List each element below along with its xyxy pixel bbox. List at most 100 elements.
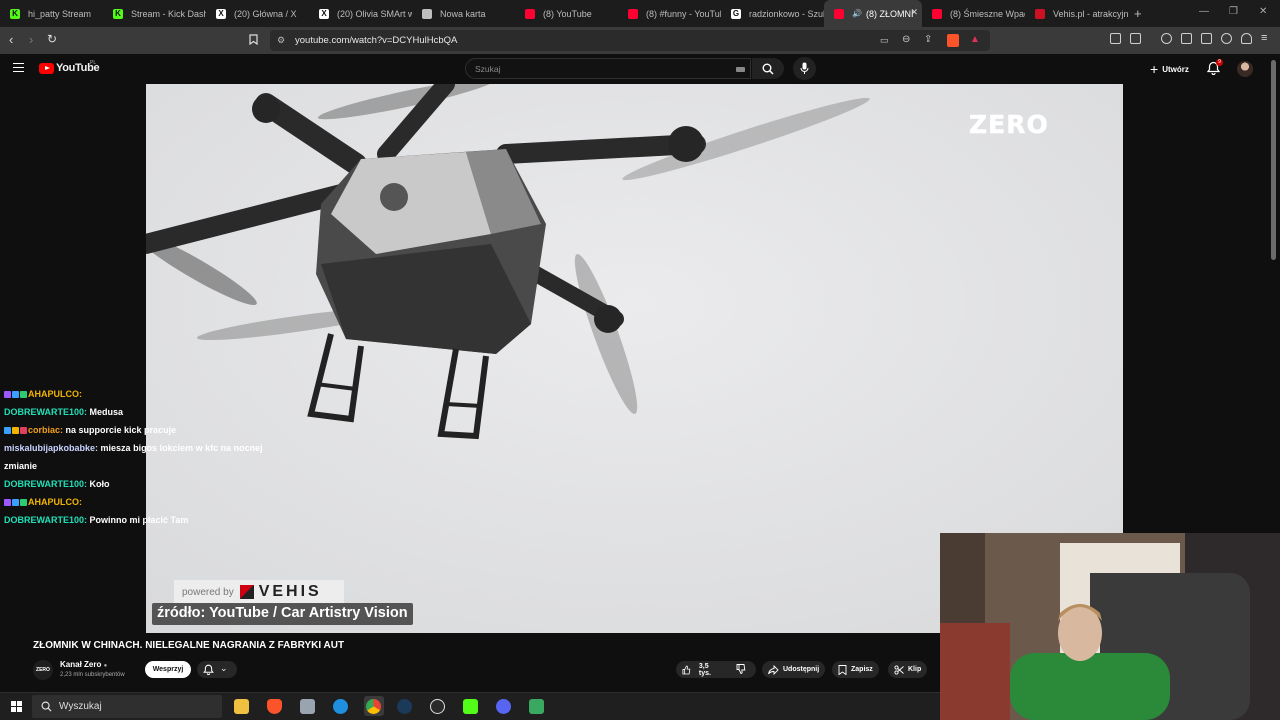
chat-username: AHAPULCO: [28, 389, 82, 399]
close-tab-icon[interactable]: ✕ [910, 7, 918, 18]
like-button[interactable]: 3,5 tys. [682, 663, 720, 677]
back-icon[interactable]: ‹ [9, 32, 13, 47]
edge-icon[interactable] [333, 699, 348, 714]
audio-playing-icon[interactable]: 🔊 [852, 9, 862, 18]
chat-badge-icon [20, 499, 27, 506]
tab-label: Stream - Kick Dashb [131, 8, 206, 19]
browser-tab[interactable]: (8) #funny - YouTub [618, 0, 721, 27]
subscription-notification-button[interactable]: ⌄ [197, 661, 237, 678]
bookmark-icon[interactable] [249, 34, 258, 48]
chat-username: DOBREWARTE100: [4, 407, 88, 417]
browser-tab[interactable]: Gradzionkowo - Szuk [721, 0, 824, 27]
page-scrollbar[interactable] [1271, 60, 1276, 260]
share-button[interactable]: Udostępnij [762, 661, 826, 678]
channel-avatar[interactable]: ZERO [33, 660, 53, 680]
file-explorer-icon[interactable] [234, 699, 249, 714]
account-avatar[interactable] [1237, 61, 1253, 77]
taskbar-search[interactable]: Wyszukaj [32, 695, 222, 718]
browser-tab[interactable]: 🔊 (8) ZŁOMNI ✕ [824, 0, 922, 27]
browser-toolbar: ‹ › ↻ ⚙ youtube.com/watch?v=DCYHulHcbQA … [0, 27, 1280, 54]
tab-label: (20) Główna / X [234, 8, 297, 19]
tab-favicon-icon: K [113, 8, 123, 19]
search-button[interactable] [752, 58, 784, 79]
search-box[interactable]: Szukaj [465, 58, 751, 79]
wallet-icon[interactable] [1201, 33, 1212, 44]
site-info-icon[interactable]: ⚙ [277, 35, 285, 46]
url-text[interactable]: youtube.com/watch?v=DCYHulHcbQA [295, 35, 457, 46]
chevron-down-icon: ⌄ [220, 663, 228, 673]
menu-icon[interactable]: ≡ [1261, 32, 1267, 44]
tab-favicon-icon: K [10, 8, 20, 19]
discord-icon[interactable] [496, 699, 511, 714]
store-icon[interactable] [300, 699, 315, 714]
kick-icon[interactable] [463, 699, 478, 714]
browser-tab[interactable]: Nowa karta [412, 0, 515, 27]
browser-tab[interactable]: X (20) Główna / X [206, 0, 309, 27]
close-window-icon[interactable]: ✕ [1259, 6, 1267, 17]
thumbs-up-icon [682, 665, 691, 674]
save-button[interactable]: Zapisz [832, 661, 879, 678]
voice-search-button[interactable] [793, 57, 816, 80]
hamburger-menu-icon[interactable] [13, 63, 24, 72]
chat-badge-icon [12, 391, 19, 398]
chat-message: miskalubijapkobabke: miesza bigos lokcie… [0, 439, 290, 475]
browser-tab[interactable]: (8) Śmieszne Wpad [922, 0, 1025, 27]
tab-favicon-icon [525, 8, 535, 19]
brave-browser-icon[interactable] [267, 699, 282, 714]
like-count: 3,5 tys. [698, 662, 711, 677]
support-button[interactable]: Wesprzyj [145, 661, 191, 678]
steam-icon[interactable] [397, 699, 412, 714]
browser-tab[interactable]: Khi_patty Stream [0, 0, 103, 27]
sponsor-name: VEHIS [258, 583, 322, 600]
tab-search-icon[interactable] [1130, 33, 1141, 44]
keyboard-icon[interactable] [736, 67, 745, 72]
address-bar[interactable]: ⚙ youtube.com/watch?v=DCYHulHcbQA ▭ ⊖ ⇪ … [270, 30, 990, 51]
forward-icon[interactable]: › [29, 32, 33, 47]
stream-chat: AHAPULCO: DOBREWARTE100: Medusa corbiac: … [0, 385, 290, 529]
browser-tab-strip: Khi_patty Stream K Stream - Kick Dashb X (20… [0, 0, 1280, 27]
vpn-icon[interactable] [1241, 33, 1252, 44]
chrome-icon[interactable] [366, 699, 381, 714]
browser-tab[interactable]: (8) YouTube [515, 0, 618, 27]
search-input[interactable]: Szukaj [475, 64, 501, 74]
chat-username: corbiac: [28, 425, 64, 435]
obs-icon[interactable] [430, 699, 445, 714]
tab-favicon-icon [422, 8, 432, 19]
app-icon[interactable] [529, 699, 544, 714]
music-icon[interactable] [1161, 33, 1172, 44]
tab-label: (8) ZŁOMNI [865, 8, 914, 19]
chat-text: Powinno mi płacić Tam [89, 515, 189, 525]
dislike-button[interactable] [736, 663, 750, 676]
chat-text: Koło [89, 479, 110, 489]
new-tab-button[interactable]: + [1134, 6, 1154, 21]
cast-icon[interactable]: ▭ [880, 35, 889, 46]
channel-name-text[interactable]: Kanał Zero [60, 660, 101, 669]
extensions-icon[interactable] [1110, 33, 1121, 44]
reload-icon[interactable]: ↻ [47, 32, 57, 46]
share-label: Udostępnij [783, 666, 820, 673]
youtube-logo-icon[interactable] [39, 63, 54, 74]
sidebar-icon[interactable] [1181, 33, 1192, 44]
chat-username: DOBREWARTE100: [4, 479, 88, 489]
chat-message: DOBREWARTE100: Koło [0, 475, 290, 493]
browser-tab[interactable]: Vehis.pl - atrakcyjn [1025, 0, 1128, 27]
streamer-webcam-image [940, 533, 1280, 720]
minimize-icon[interactable]: — [1199, 6, 1209, 17]
clip-button[interactable]: Klip [888, 661, 928, 678]
restore-icon[interactable]: ❐ [1229, 6, 1238, 17]
chat-text: Medusa [89, 407, 124, 417]
channel-name[interactable]: Kanał Zero ● [60, 660, 107, 669]
share-page-icon[interactable]: ⇪ [924, 34, 932, 45]
tab-label: (8) YouTube [543, 8, 592, 19]
browser-tab[interactable]: K Stream - Kick Dashb [103, 0, 206, 27]
brave-rewards-icon[interactable]: ▲ [970, 34, 980, 45]
windows-start-icon[interactable] [11, 701, 22, 712]
brave-shield-icon[interactable] [947, 34, 959, 47]
create-button[interactable]: + Utwórz [1150, 60, 1189, 78]
leo-ai-icon[interactable] [1221, 33, 1232, 44]
zoom-icon[interactable]: ⊖ [902, 34, 910, 45]
browser-tab[interactable]: X (20) Olivia SMArt w [309, 0, 412, 27]
chat-badge-icon [12, 427, 19, 434]
tab-label: (8) Śmieszne Wpad [950, 8, 1025, 19]
tab-label: Vehis.pl - atrakcyjn [1053, 8, 1128, 19]
